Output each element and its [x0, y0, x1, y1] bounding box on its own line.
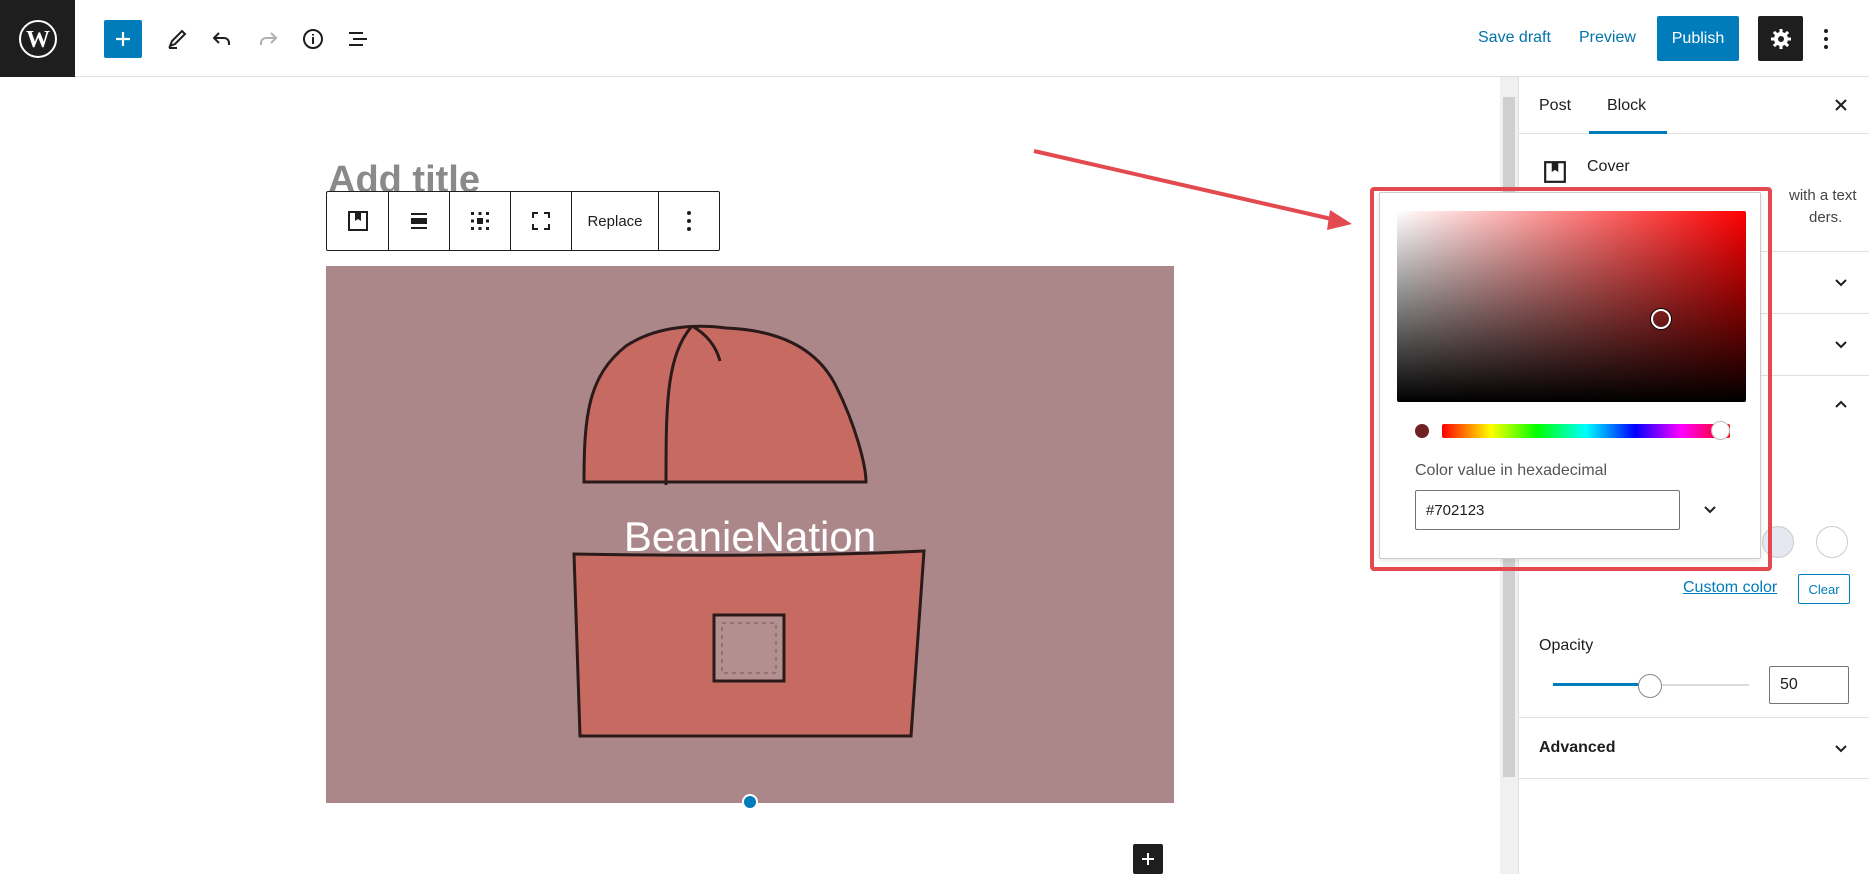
plus-icon	[116, 32, 130, 46]
color-swatch[interactable]	[1816, 526, 1848, 558]
align-button[interactable]	[389, 192, 450, 250]
plus-icon	[1142, 853, 1154, 865]
svg-text:W: W	[26, 27, 50, 53]
undo-icon	[212, 32, 230, 45]
sidebar-tabs: Post Block	[1519, 77, 1869, 134]
block-type-button[interactable]	[327, 192, 389, 250]
add-block-button[interactable]	[104, 20, 142, 58]
gear-icon	[1770, 28, 1791, 49]
block-description-fragment: ders.	[1809, 209, 1843, 226]
redo-button[interactable]	[249, 20, 287, 58]
content-position-button[interactable]	[450, 192, 511, 250]
block-description-fragment: with a text	[1789, 187, 1857, 204]
pencil-icon	[168, 29, 187, 49]
redo-icon	[260, 32, 278, 45]
chevron-down-icon	[1829, 333, 1853, 357]
append-block-button[interactable]	[1133, 844, 1163, 874]
more-vertical-icon	[687, 211, 691, 231]
preview-button[interactable]: Preview	[1579, 29, 1636, 47]
full-height-button[interactable]	[511, 192, 572, 250]
align-wide-icon	[411, 213, 427, 229]
opacity-slider-fill	[1553, 683, 1651, 686]
undo-button[interactable]	[203, 20, 241, 58]
close-sidebar-button[interactable]	[1829, 93, 1853, 117]
cover-block-icon	[347, 211, 368, 231]
wordpress-logo-button[interactable]: W	[0, 0, 75, 77]
tab-post[interactable]: Post	[1539, 97, 1571, 115]
info-icon	[303, 29, 323, 49]
block-toolbar: Replace	[326, 191, 720, 251]
chevron-down-icon	[1829, 271, 1853, 295]
settings-button[interactable]	[1758, 16, 1803, 61]
cover-block[interactable]: BeanieNation	[326, 266, 1174, 803]
opacity-slider-thumb[interactable]	[1638, 674, 1662, 698]
advanced-label: Advanced	[1539, 739, 1616, 756]
more-vertical-icon	[1824, 29, 1828, 49]
chevron-down-icon	[1829, 737, 1853, 761]
list-view-button[interactable]	[339, 20, 377, 58]
annotation-highlight-box	[1370, 187, 1772, 571]
cover-resize-handle[interactable]	[742, 794, 758, 810]
position-center-icon	[471, 212, 489, 230]
block-name: Cover	[1587, 158, 1630, 175]
cover-block-icon	[1544, 161, 1566, 183]
fullscreen-icon	[532, 212, 550, 230]
top-toolbar: W Save draft Preview Publish	[0, 0, 1869, 77]
options-menu-button[interactable]	[1814, 20, 1838, 58]
close-icon	[1835, 99, 1847, 111]
clear-color-button[interactable]: Clear	[1798, 574, 1850, 604]
custom-color-button[interactable]: Custom color	[1683, 579, 1777, 597]
wordpress-icon: W	[18, 19, 57, 58]
publish-button[interactable]: Publish	[1657, 16, 1739, 61]
opacity-input[interactable]: 50	[1769, 666, 1849, 704]
block-options-button[interactable]	[659, 192, 719, 250]
list-view-icon	[349, 32, 367, 46]
editor-canvas: Add title Replace BeanieNation	[0, 77, 1500, 874]
save-draft-button[interactable]: Save draft	[1478, 29, 1551, 47]
details-button[interactable]	[294, 20, 332, 58]
opacity-label: Opacity	[1539, 637, 1594, 654]
tab-block[interactable]: Block	[1607, 97, 1646, 115]
tools-button[interactable]	[158, 20, 196, 58]
panel-advanced[interactable]: Advanced	[1519, 717, 1869, 779]
replace-button[interactable]: Replace	[572, 192, 659, 250]
chevron-up-icon	[1829, 392, 1853, 416]
cover-heading[interactable]: BeanieNation	[326, 513, 1174, 561]
